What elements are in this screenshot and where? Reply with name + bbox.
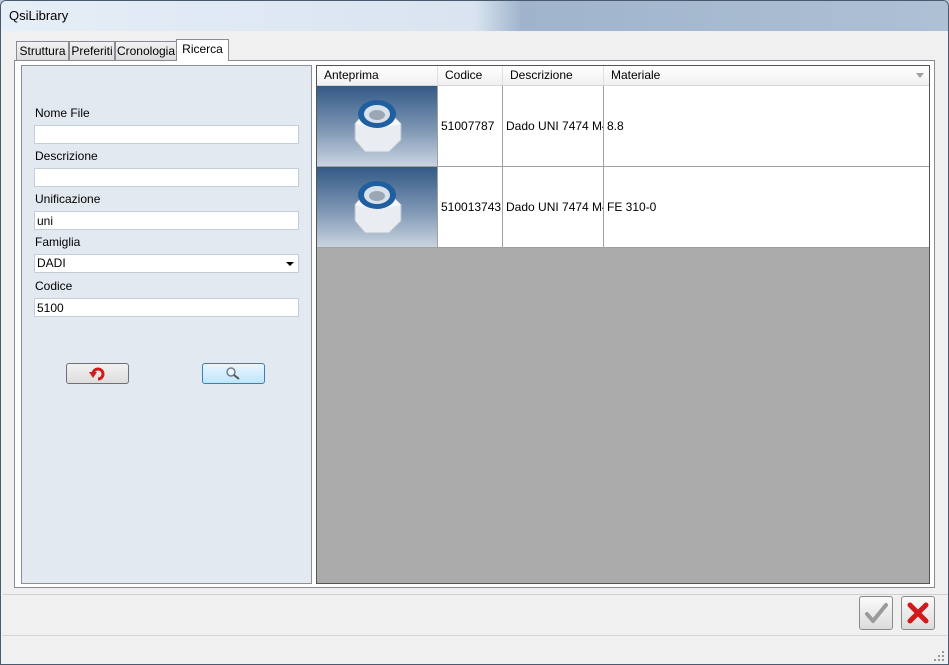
nome-file-label: Nome File xyxy=(35,106,90,120)
tab-page-ricerca: Nome File Descrizione Unificazione Famig… xyxy=(14,60,935,588)
hex-nut-icon xyxy=(354,181,402,234)
main-window: QsiLibrary Struttura Preferiti Cronologi… xyxy=(0,0,949,665)
cell-codice: 51007787 xyxy=(438,86,503,166)
descrizione-input[interactable] xyxy=(34,168,299,187)
column-header-codice[interactable]: Codice xyxy=(438,66,503,85)
status-bar xyxy=(2,635,947,664)
codice-label: Codice xyxy=(35,279,73,293)
tab-label: Ricerca xyxy=(182,42,223,56)
resize-grip-icon[interactable] xyxy=(934,651,944,661)
search-panel: Nome File Descrizione Unificazione Famig… xyxy=(21,65,312,584)
separator xyxy=(3,594,948,595)
tab-preferiti[interactable]: Preferiti xyxy=(69,41,115,60)
tab-label: Cronologia xyxy=(116,44,176,58)
cell-materiale: 8.8 xyxy=(607,119,624,133)
reset-button[interactable] xyxy=(66,363,129,384)
checkmark-icon xyxy=(865,603,888,623)
ok-button[interactable] xyxy=(859,596,893,630)
table-row[interactable]: 51007787 Dado UNI 7474 M4 8.8 xyxy=(317,86,929,167)
famiglia-dropdown[interactable]: DADI xyxy=(34,254,299,273)
cell-descrizione: Dado UNI 7474 M4 xyxy=(503,167,604,247)
title-bar[interactable]: QsiLibrary xyxy=(1,1,948,31)
magnifier-icon xyxy=(226,367,240,380)
undo-red-icon xyxy=(89,367,105,381)
codice-input[interactable] xyxy=(34,298,299,317)
column-header-materiale[interactable]: Materiale xyxy=(604,66,929,85)
column-header-anteprima[interactable]: Anteprima xyxy=(317,66,438,85)
cell-codice: 510013743 xyxy=(438,167,503,247)
cell-materiale: FE 310-0 xyxy=(607,200,657,214)
tab-ricerca[interactable]: Ricerca xyxy=(176,39,229,61)
famiglia-label: Famiglia xyxy=(35,235,81,249)
results-grid: Anteprima Codice Descrizione Materiale 5… xyxy=(316,65,930,584)
tab-label: Struttura xyxy=(19,44,66,58)
tab-cronologia[interactable]: Cronologia xyxy=(115,41,177,60)
tab-struttura[interactable]: Struttura xyxy=(16,41,69,60)
red-x-icon xyxy=(907,602,929,624)
search-button[interactable] xyxy=(202,363,265,384)
chevron-down-icon xyxy=(286,262,294,266)
unificazione-input[interactable] xyxy=(34,211,299,230)
window-title: QsiLibrary xyxy=(9,8,69,23)
grid-header: Anteprima Codice Descrizione Materiale xyxy=(317,66,929,86)
hex-nut-thumbnail xyxy=(317,167,438,247)
client-area: Struttura Preferiti Cronologia Ricerca N… xyxy=(2,31,948,664)
unificazione-label: Unificazione xyxy=(35,192,101,206)
hex-nut-icon xyxy=(354,100,402,153)
hex-nut-thumbnail xyxy=(317,86,438,166)
column-header-materiale-label: Materiale xyxy=(611,68,661,82)
nome-file-input[interactable] xyxy=(34,125,299,144)
column-header-descrizione[interactable]: Descrizione xyxy=(503,66,604,85)
cancel-button[interactable] xyxy=(901,596,935,630)
table-row[interactable]: 510013743 Dado UNI 7474 M4 FE 310-0 xyxy=(317,167,929,248)
famiglia-selected-value: DADI xyxy=(37,256,66,270)
cell-descrizione: Dado UNI 7474 M4 xyxy=(503,86,604,166)
tab-label: Preferiti xyxy=(71,44,113,58)
sort-arrow-icon xyxy=(916,73,924,78)
descrizione-label: Descrizione xyxy=(35,149,98,163)
